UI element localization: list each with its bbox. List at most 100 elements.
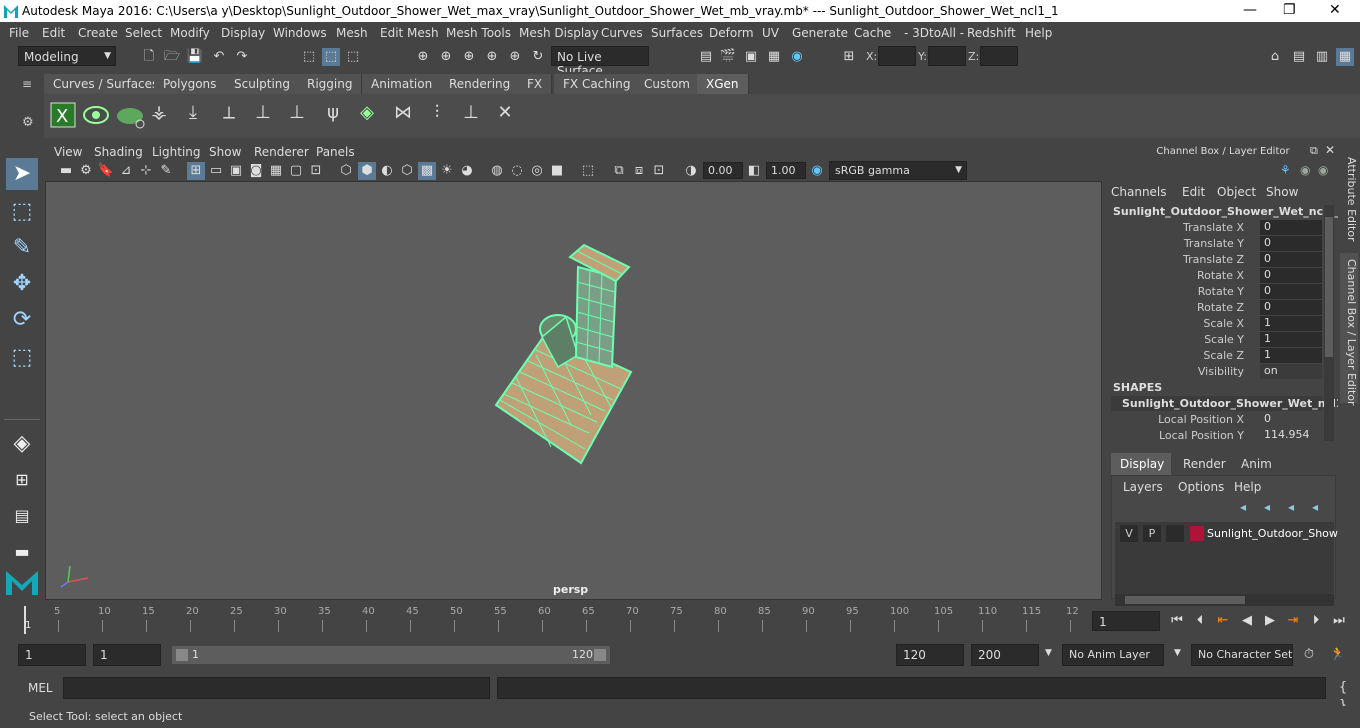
guide-bend-icon[interactable]: ψ xyxy=(324,104,342,122)
playback-end-field[interactable]: 120 xyxy=(896,644,964,666)
menu-generate[interactable]: Generate xyxy=(792,26,848,40)
attr-translate-z[interactable]: Translate Z 0 xyxy=(1108,252,1322,268)
float-panel-icon[interactable]: ⧉ xyxy=(1310,144,1318,158)
step-back-key-icon[interactable]: ⇤ xyxy=(1214,612,1232,630)
gamma-icon[interactable]: ◧ xyxy=(745,162,763,180)
attr-value[interactable]: 1 xyxy=(1260,332,1322,347)
move-tool-icon[interactable]: ✥ xyxy=(6,268,38,300)
menu-edit[interactable]: Edit xyxy=(42,26,65,40)
tab-rendering[interactable]: Rendering xyxy=(440,74,521,94)
shelf-menu-icon[interactable]: ≡ xyxy=(22,77,32,91)
exposure-field[interactable]: 0.00 xyxy=(703,162,743,179)
tab-curves-surfaces[interactable]: Curves / Surfaces xyxy=(44,74,169,94)
move-layer-down-icon[interactable]: ◂ xyxy=(1264,500,1270,514)
tab-anim-layers[interactable]: Anim xyxy=(1232,453,1282,475)
menu-3dtoall[interactable]: - 3DtoAll - xyxy=(904,26,964,40)
snap-point-icon[interactable]: ⊕ xyxy=(460,48,478,66)
attr-value[interactable]: 0 xyxy=(1260,236,1322,251)
bookmark-icon[interactable]: 🔖 xyxy=(97,162,115,180)
menu-create[interactable]: Create xyxy=(78,26,118,40)
wireframe-icon[interactable]: ⬡ xyxy=(337,162,355,180)
rotate-tool-icon[interactable]: ⟳ xyxy=(6,304,38,336)
maya-home-logo-icon[interactable] xyxy=(4,567,40,597)
isolate-select-icon[interactable]: ⬚ xyxy=(579,162,597,180)
character-set-selector[interactable]: No Character Set xyxy=(1191,644,1293,666)
safe-title-icon[interactable]: ⊡ xyxy=(307,162,325,180)
channel-box-toggle-icon[interactable]: ◉ xyxy=(1300,163,1310,177)
new-scene-icon[interactable]: 🗋 xyxy=(140,48,158,66)
current-frame-field[interactable]: 1 xyxy=(1092,611,1160,631)
guide-to-curves-icon[interactable]: ⋈ xyxy=(394,104,412,122)
menu-edit-mesh[interactable]: Edit Mesh xyxy=(380,26,439,40)
time-slider[interactable]: 5 10 15 20 25 30 35 40 45 50 55 60 65 70 75 80 85 90 95 100… xyxy=(18,604,1086,634)
tool-settings-toggle-icon[interactable]: ▥ xyxy=(1313,48,1331,66)
playhead[interactable] xyxy=(24,606,26,634)
paint-select-tool-icon[interactable]: ✎ xyxy=(6,232,38,264)
select-object-icon[interactable]: ⬚ xyxy=(322,48,340,66)
redo-icon[interactable]: ↷ xyxy=(233,48,251,66)
graph-layout-icon[interactable]: ▬ xyxy=(6,536,38,568)
close-button[interactable]: ✕ xyxy=(1329,2,1341,18)
tab-sculpting[interactable]: Sculpting xyxy=(225,74,301,94)
playback-start-field[interactable]: 1 xyxy=(93,644,161,666)
attr-value[interactable]: 0 xyxy=(1260,412,1322,427)
textured-icon[interactable]: ▩ xyxy=(418,162,436,180)
render-frame-icon[interactable]: 🎬 xyxy=(719,48,737,66)
tab-fx[interactable]: FX xyxy=(518,74,553,94)
move-layer-up-icon[interactable]: ◂ xyxy=(1240,500,1246,514)
new-layer-selected-icon[interactable]: ◂ xyxy=(1312,500,1318,514)
chevron-down-icon[interactable]: ▼ xyxy=(1174,648,1181,658)
channel-box-toggle-icon[interactable]: ▦ xyxy=(1336,48,1354,66)
menu-modify[interactable]: Modify xyxy=(170,26,210,40)
command-input[interactable] xyxy=(63,677,490,699)
menu-cache[interactable]: Cache xyxy=(854,26,891,40)
attr-scale-z[interactable]: Scale Z 1 xyxy=(1108,348,1322,364)
wireframe-on-shaded-icon[interactable]: ⬡ xyxy=(398,162,416,180)
tab-custom[interactable]: Custom xyxy=(635,74,700,94)
menu-display[interactable]: Display xyxy=(221,26,265,40)
attr-local-position-y[interactable]: Local Position Y 114.954 xyxy=(1108,428,1320,444)
xgen-editor-icon[interactable]: X xyxy=(50,102,76,128)
tab-attribute-editor[interactable]: Attribute Editor xyxy=(1340,151,1358,247)
attr-translate-y[interactable]: Translate Y 0 xyxy=(1108,236,1322,252)
scrollbar-thumb[interactable] xyxy=(1325,217,1333,357)
snap-curve-icon[interactable]: ⊕ xyxy=(437,48,455,66)
range-handle-start[interactable] xyxy=(176,649,188,661)
tab-render-layers[interactable]: Render xyxy=(1174,453,1230,475)
view-transform-toggle-icon[interactable]: ◉ xyxy=(808,162,826,180)
minimize-button[interactable]: — xyxy=(1243,2,1257,18)
viewport-menu-renderer[interactable]: Renderer xyxy=(254,145,309,159)
layer-visibility-toggle[interactable]: V xyxy=(1120,525,1138,542)
four-view-layout-icon[interactable]: ⊞ xyxy=(6,464,38,496)
shower-model-wireframe[interactable] xyxy=(486,237,656,477)
menu-mesh-display[interactable]: Mesh Display xyxy=(519,26,599,40)
snap-surface-icon[interactable]: ⊕ xyxy=(506,48,524,66)
attr-rotate-z[interactable]: Rotate Z 0 xyxy=(1108,300,1322,316)
go-to-end-icon[interactable]: ⏭ xyxy=(1330,612,1348,630)
menu-curves[interactable]: Curves xyxy=(601,26,643,40)
screen-space-ao-icon[interactable]: ◍ xyxy=(488,162,506,180)
command-language-label[interactable]: MEL xyxy=(28,681,53,695)
viewport-menu-shading[interactable]: Shading xyxy=(94,145,143,159)
x-field[interactable] xyxy=(878,46,916,66)
film-gate-icon[interactable]: ▭ xyxy=(207,162,225,180)
end-time-field[interactable]: 200 xyxy=(971,644,1039,666)
ipr-render-icon[interactable]: ▣ xyxy=(742,48,760,66)
lasso-tool-icon[interactable]: ⬚ xyxy=(6,196,38,228)
shelf-settings-gear-icon[interactable]: ⚙ xyxy=(22,115,34,130)
maximize-button[interactable]: ❐ xyxy=(1283,2,1296,18)
xray-components-icon[interactable]: ⊡ xyxy=(650,162,668,180)
step-back-frame-icon[interactable]: ⏴ xyxy=(1191,612,1209,630)
outliner-layout-icon[interactable]: ▤ xyxy=(6,500,38,532)
attr-visibility[interactable]: Visibility on xyxy=(1108,364,1322,380)
add-guides-icon[interactable]: ⚶ xyxy=(150,104,168,122)
attr-value[interactable]: 0 xyxy=(1260,220,1322,235)
range-handle-end[interactable] xyxy=(594,649,606,661)
grease-pencil-icon[interactable]: ✎ xyxy=(157,162,175,180)
live-surface-field[interactable]: No Live Surface xyxy=(551,46,649,78)
modeling-toolkit-icon[interactable]: ⌂ xyxy=(1266,48,1284,66)
step-forward-key-icon[interactable]: ⇥ xyxy=(1284,612,1302,630)
place-guides-icon[interactable]: ⤓ xyxy=(184,104,202,122)
cb-menu-channels[interactable]: Channels xyxy=(1111,185,1167,199)
script-editor-icon[interactable]: { } xyxy=(1334,679,1352,713)
